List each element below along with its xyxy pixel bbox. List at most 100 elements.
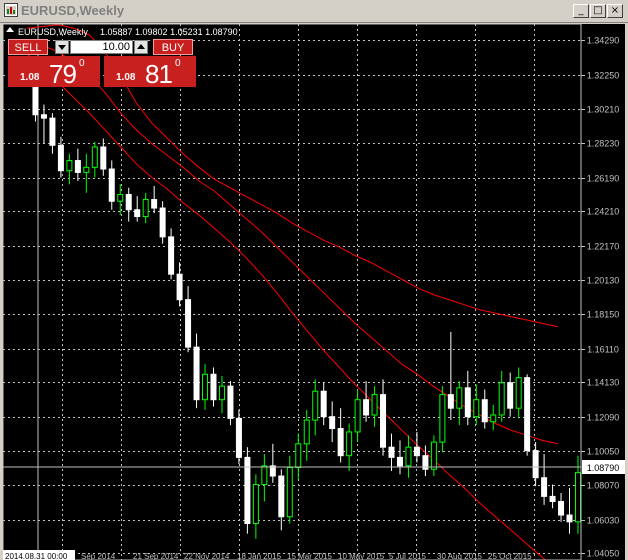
candle-body <box>413 446 420 457</box>
time-tick-label: 5 Jul 2015 <box>389 552 426 560</box>
sell-price-prefix: 1.08 <box>20 72 40 83</box>
window-title: EURUSD,Weekly <box>21 3 125 18</box>
close-button[interactable]: × <box>607 4 623 18</box>
symbol-triangle-icon <box>6 27 14 32</box>
candle-body <box>320 390 327 418</box>
price-tick-label: 1.08070 <box>587 481 620 491</box>
price-tick-label: 1.20130 <box>587 276 620 286</box>
price-tick-label: 1.24210 <box>587 207 620 217</box>
candle-body <box>261 465 268 486</box>
buy-price-prefix: 1.08 <box>116 72 136 83</box>
candle-body <box>388 446 395 458</box>
candle-body <box>252 484 259 525</box>
lot-increase-button[interactable] <box>134 40 148 54</box>
time-cursor-label: 2014.08.31 00:00 <box>5 552 68 560</box>
candle-body <box>185 299 192 348</box>
candle-body <box>40 114 47 119</box>
price-chart[interactable]: 1.34290 1.32250 1.30210 1.28230 1.26190 1.242… <box>3 24 625 560</box>
band-line <box>26 41 559 445</box>
price-scale: 1.34290 1.32250 1.30210 1.28230 1.26190 1.242… <box>581 36 619 559</box>
buy-price-box[interactable]: 1.08 81 0 <box>104 56 196 89</box>
candle-body <box>430 441 437 470</box>
chart-canvas[interactable]: 1.34290 1.32250 1.30210 1.28230 1.26190 1.242… <box>3 24 625 560</box>
candle-body <box>108 168 115 202</box>
candle-body <box>549 495 556 502</box>
sell-price-box[interactable]: 1.08 79 0 <box>8 56 100 89</box>
time-tick-label: 22 Nov 2014 <box>184 552 230 560</box>
ohlc-values: 1.05887 1.09802 1.05231 1.08790 <box>100 27 238 37</box>
candle-body <box>380 394 387 448</box>
candle-body <box>286 467 293 518</box>
time-tick-label: 10 May 2015 <box>338 552 385 560</box>
maximize-button[interactable]: □ <box>590 4 606 18</box>
candle-body <box>346 431 353 457</box>
candle-body <box>532 450 539 479</box>
candle-body <box>541 477 548 497</box>
candle-body <box>159 207 166 238</box>
candle-body <box>473 399 480 418</box>
candle-body <box>100 146 107 170</box>
sell-price-fraction: 0 <box>79 58 85 69</box>
candle-body <box>151 199 158 209</box>
candle-body <box>464 387 471 418</box>
candle-body <box>354 399 361 433</box>
one-click-trading-panel: SELL BUY 1.08 79 0 1.08 81 0 <box>8 39 200 89</box>
candle-body <box>405 446 412 467</box>
price-tick-label: 1.28230 <box>587 139 620 149</box>
price-tick-label: 1.34290 <box>587 36 620 46</box>
candle-body <box>134 209 141 218</box>
candle-body <box>125 193 132 211</box>
minimize-button[interactable]: _ <box>573 4 589 18</box>
candle-body <box>566 514 573 523</box>
candle-body <box>66 160 73 172</box>
buy-price-pips: 81 <box>145 59 173 89</box>
time-tick-label: 25 Oct 2015 <box>488 552 532 560</box>
sell-price-pips: 79 <box>49 59 77 89</box>
candle-body <box>396 456 403 467</box>
price-tick-label: 1.16110 <box>587 345 619 355</box>
time-tick-label: 30 Aug 2015 <box>437 552 482 560</box>
candle-body <box>57 144 64 172</box>
price-tick-label: 1.10050 <box>587 447 620 457</box>
candle-body <box>329 416 336 430</box>
window-titlebar[interactable]: EURUSD,Weekly _ □ × <box>0 0 628 23</box>
price-tick-label: 1.12090 <box>587 413 620 423</box>
lot-size-input[interactable] <box>70 40 133 54</box>
candle-body <box>337 428 344 457</box>
candle-body <box>490 414 497 423</box>
candle-body <box>83 166 90 173</box>
candle-body <box>278 475 285 518</box>
time-tick-label: 15 Mar 2015 <box>287 552 332 560</box>
candle-body <box>524 377 531 452</box>
candle-body <box>371 394 378 416</box>
candle-body <box>193 346 200 401</box>
price-tick-label: 1.26190 <box>587 174 620 184</box>
buy-button[interactable]: BUY <box>153 39 193 55</box>
candle-body <box>456 387 463 409</box>
candle-body <box>312 390 319 421</box>
candle-body <box>498 382 505 416</box>
time-tick-label: Sep 2014 <box>81 552 116 560</box>
candle-body <box>202 373 209 401</box>
price-tick-label: 1.32250 <box>587 71 620 81</box>
candle-body <box>481 399 488 423</box>
symbol-label: EURUSD,Weekly <box>18 27 88 37</box>
candle-body <box>507 382 514 409</box>
candle-body <box>235 417 242 458</box>
candle-body <box>515 377 522 409</box>
candle-body <box>74 160 81 173</box>
candle-body <box>142 199 149 218</box>
candle-body <box>176 273 183 301</box>
price-tick-label: 1.22170 <box>587 242 620 252</box>
candle-body <box>49 117 56 146</box>
candle-body <box>558 500 565 516</box>
chart-window-icon <box>4 3 18 17</box>
candle-body <box>303 419 310 445</box>
lot-decrease-button[interactable] <box>55 40 69 54</box>
price-tick-label: 1.18150 <box>587 310 620 320</box>
candle-body <box>363 399 370 416</box>
price-tick-label: 1.06030 <box>587 516 620 526</box>
price-tick-label: 1.14130 <box>587 378 620 388</box>
sell-button[interactable]: SELL <box>8 39 48 55</box>
price-tick-label: 1.04050 <box>587 549 620 559</box>
